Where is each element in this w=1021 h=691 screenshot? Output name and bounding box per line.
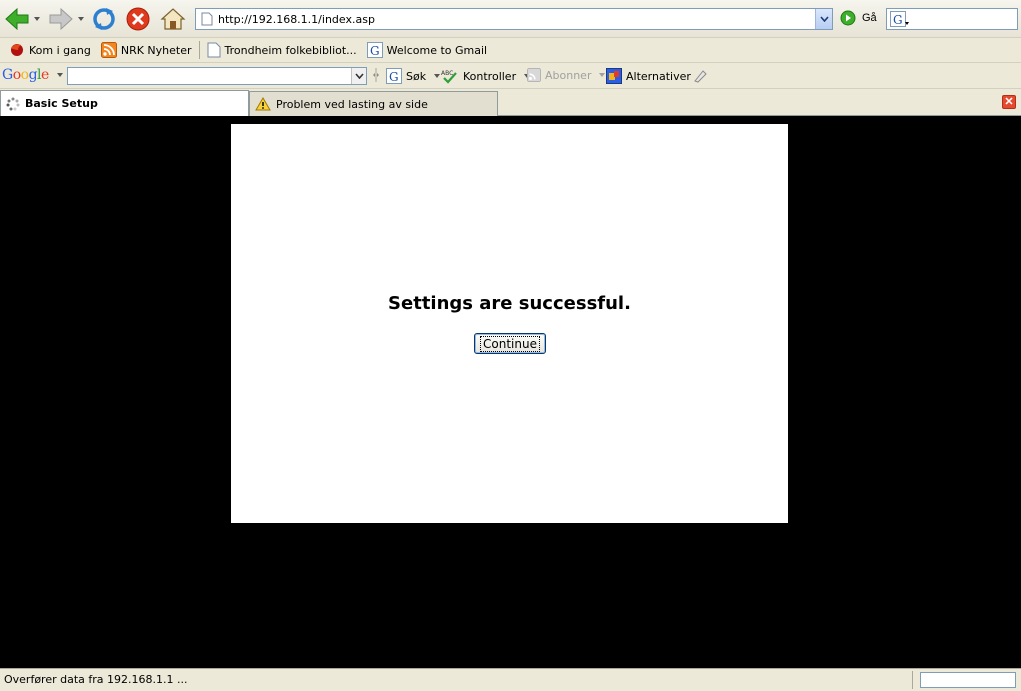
google-menu-dropdown-icon[interactable] bbox=[56, 73, 63, 77]
status-text: Overfører data fra 192.168.1.1 ... bbox=[4, 673, 188, 686]
stop-icon bbox=[126, 7, 150, 31]
google-search-engine-icon: G bbox=[890, 11, 909, 27]
tab-problem-loading-page[interactable]: Problem ved lasting av side bbox=[249, 91, 498, 116]
highlight-button[interactable] bbox=[692, 68, 708, 84]
google-g-icon: G bbox=[386, 68, 402, 84]
highlighter-icon bbox=[694, 70, 707, 83]
warning-icon bbox=[255, 97, 271, 111]
tab-basic-setup[interactable]: Basic Setup bbox=[0, 90, 249, 116]
options-label: Alternativer bbox=[626, 69, 691, 83]
rss-feed-icon bbox=[100, 42, 117, 58]
success-message: Settings are successful. bbox=[388, 293, 631, 314]
bookmark-kom-i-gang[interactable]: Kom i gang bbox=[4, 40, 96, 60]
tab-label: Problem ved lasting av side bbox=[276, 97, 428, 111]
message-panel: Settings are successful. Continue bbox=[231, 124, 788, 523]
back-dropdown-icon[interactable] bbox=[34, 17, 40, 21]
page-viewport: Settings are successful. Continue bbox=[0, 116, 1021, 668]
google-search-label: Søk bbox=[406, 69, 427, 83]
forward-button[interactable] bbox=[48, 5, 84, 33]
web-search-box[interactable]: G bbox=[886, 8, 1018, 30]
status-divider bbox=[912, 671, 913, 689]
navigation-toolbar: http://192.168.1.1/index.asp Gå G bbox=[0, 0, 1021, 38]
go-button[interactable]: Gå bbox=[840, 10, 877, 26]
continue-button[interactable]: Continue bbox=[474, 333, 546, 354]
close-tab-button[interactable]: ✕ bbox=[1002, 95, 1016, 109]
back-arrow-icon bbox=[5, 7, 29, 31]
bookmark-welcome-to-gmail[interactable]: G Welcome to Gmail bbox=[362, 40, 492, 60]
subscribe-dropdown-icon[interactable] bbox=[599, 73, 606, 77]
address-text: http://192.168.1.1/index.asp bbox=[218, 12, 375, 26]
bookmark-label: Kom i gang bbox=[29, 43, 91, 57]
subscribe-button[interactable]: Abonner bbox=[527, 68, 606, 82]
google-search-button[interactable]: G Søk bbox=[386, 68, 441, 84]
svg-text:G: G bbox=[389, 70, 399, 84]
search-dropdown-icon[interactable] bbox=[434, 74, 441, 78]
home-icon bbox=[160, 8, 186, 30]
rss-feed-icon bbox=[527, 68, 541, 82]
address-dropdown-button[interactable] bbox=[815, 9, 832, 29]
reload-icon bbox=[93, 8, 115, 30]
grip-icon bbox=[373, 68, 379, 82]
svg-text:G: G bbox=[893, 13, 903, 27]
page-icon bbox=[207, 42, 221, 58]
go-play-icon bbox=[840, 10, 856, 26]
bookmark-nrk-nyheter[interactable]: NRK Nyheter bbox=[96, 40, 197, 60]
bookmark-label: Welcome to Gmail bbox=[386, 43, 488, 57]
google-toolbar: Google G Søk ABC Kontroller Abonner Alte… bbox=[0, 63, 1021, 89]
options-icon bbox=[606, 68, 622, 84]
svg-text:ABC: ABC bbox=[441, 70, 453, 77]
google-search-input[interactable] bbox=[67, 67, 367, 85]
options-button[interactable]: Alternativer bbox=[606, 68, 691, 84]
svg-text:G: G bbox=[370, 44, 380, 58]
bookmarks-toolbar: Kom i gang NRK Nyheter Trondheim folkebi… bbox=[0, 38, 1021, 63]
home-button[interactable] bbox=[160, 5, 186, 33]
google-g-icon: G bbox=[366, 42, 383, 58]
back-button[interactable] bbox=[4, 5, 40, 33]
chevron-down-icon bbox=[819, 16, 829, 22]
bookmark-label: Trondheim folkebibliot... bbox=[224, 43, 357, 57]
toolbar-resize-handle[interactable] bbox=[372, 68, 380, 82]
go-label: Gå bbox=[862, 12, 877, 24]
tab-label: Basic Setup bbox=[25, 97, 98, 110]
reload-button[interactable] bbox=[92, 5, 116, 33]
status-progress-panel bbox=[920, 672, 1016, 688]
forward-dropdown-icon[interactable] bbox=[78, 17, 84, 21]
google-logo-button[interactable]: Google bbox=[2, 67, 63, 83]
bookmark-label: NRK Nyheter bbox=[120, 43, 192, 57]
tab-strip: Basic Setup Problem ved lasting av side … bbox=[0, 89, 1021, 116]
page-icon bbox=[201, 12, 213, 26]
google-search-history-dropdown[interactable] bbox=[351, 68, 366, 84]
spell-check-button[interactable]: ABC Kontroller bbox=[441, 68, 531, 84]
bookmark-trondheim-folkebibliotek[interactable]: Trondheim folkebibliot... bbox=[202, 40, 362, 60]
subscribe-label: Abonner bbox=[545, 68, 592, 82]
firefox-icon bbox=[11, 44, 23, 56]
forward-arrow-icon bbox=[49, 7, 73, 31]
continue-button-label: Continue bbox=[480, 335, 540, 352]
bookmark-separator bbox=[198, 41, 200, 59]
status-bar: Overfører data fra 192.168.1.1 ... bbox=[0, 668, 1021, 691]
chevron-down-icon bbox=[354, 73, 364, 79]
address-bar[interactable]: http://192.168.1.1/index.asp bbox=[195, 8, 833, 30]
spellcheck-icon: ABC bbox=[441, 70, 457, 84]
loading-spinner-icon bbox=[6, 97, 20, 110]
spell-check-label: Kontroller bbox=[463, 69, 517, 83]
stop-button[interactable] bbox=[126, 5, 150, 33]
close-icon: ✕ bbox=[1004, 96, 1014, 108]
